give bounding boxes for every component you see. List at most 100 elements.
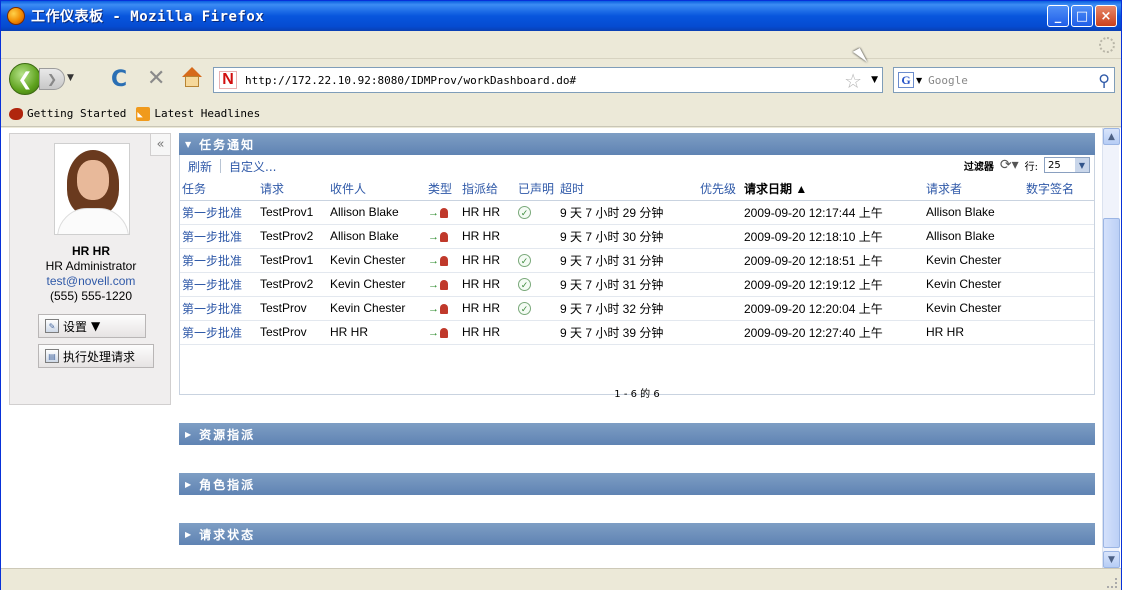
column-header-recipient[interactable]: 收件人 <box>328 177 426 201</box>
table-row[interactable]: 第一步批准 TestProv1 Allison Blake → HR HR ✓ 9 天 7 … <box>180 200 1094 225</box>
table-row[interactable]: 第一步批准 TestProv2 Kevin Chester → HR HR ✓ 9 天 7 … <box>180 272 1094 297</box>
column-header-type[interactable]: 类型 <box>426 177 460 201</box>
signature-cell <box>1024 200 1094 225</box>
collapse-panel-button[interactable]: « <box>150 134 170 156</box>
search-engine-dropdown[interactable]: ▼ <box>916 76 922 85</box>
task-table: 任务 请求 收件人 类型 指派给 已声明 超时 优先级 请求日期 ▲ 请求者 数… <box>180 177 1094 345</box>
refresh-icon[interactable]: ⟳▾ <box>1000 157 1019 173</box>
table-row[interactable]: 第一步批准 TestProv2 Allison Blake → HR HR 9 天 7 小… <box>180 224 1094 249</box>
site-favicon-icon: N <box>219 71 237 89</box>
column-header-priority[interactable]: 优先级 <box>698 177 742 201</box>
reload-button[interactable]: C <box>111 67 127 92</box>
stop-icon: ✕ <box>147 66 166 91</box>
resource-assignments-header[interactable]: ▶ 资源指派 <box>179 423 1095 445</box>
history-dropdown-button[interactable]: ▼ <box>67 73 74 83</box>
column-header-timeout[interactable]: 超时 <box>558 177 698 201</box>
user-role: HR Administrator <box>45 259 137 273</box>
request-cell: TestProv <box>258 296 328 321</box>
process-label: 执行处理请求 <box>63 349 136 364</box>
expand-arrow-icon: ▼ <box>185 139 192 149</box>
request-cell: TestProv2 <box>258 272 328 297</box>
close-window-button[interactable]: × <box>1095 5 1117 27</box>
assign-type-icon: → <box>428 327 439 339</box>
refresh-link[interactable]: 刷新 <box>180 158 220 175</box>
request-date-cell: 2009-09-20 12:17:44 上午 <box>742 200 924 225</box>
process-request-button[interactable]: ▤ 执行处理请求 <box>38 344 154 368</box>
bookmark-label: Latest Headlines <box>154 107 261 120</box>
request-cell: TestProv2 <box>258 224 328 249</box>
recipient-cell: Kevin Chester <box>328 248 426 273</box>
vertical-scrollbar[interactable]: ▲ ▼ <box>1102 128 1120 568</box>
priority-cell <box>698 272 742 297</box>
person-icon <box>440 327 448 338</box>
timeout-cell: 9 天 7 小时 39 分钟 <box>558 320 698 345</box>
resize-grip[interactable] <box>1107 578 1117 588</box>
bookmark-star-icon[interactable]: ☆ <box>844 69 862 93</box>
filter-link[interactable]: 过滤器 <box>964 158 994 173</box>
search-input[interactable]: Google <box>928 74 968 87</box>
signature-cell <box>1024 224 1094 249</box>
url-dropdown-button[interactable]: ▼ <box>871 75 878 85</box>
timeout-cell: 9 天 7 小时 32 分钟 <box>558 296 698 321</box>
column-header-claimed[interactable]: 已声明 <box>516 177 558 201</box>
stop-button[interactable]: ✕ <box>147 66 165 91</box>
back-button[interactable]: ❮ <box>9 63 41 95</box>
role-assignments-header[interactable]: ▶ 角色指派 <box>179 473 1095 495</box>
bookmark-latest-headlines[interactable]: ◣ Latest Headlines <box>136 106 261 121</box>
scroll-up-button[interactable]: ▲ <box>1103 128 1120 145</box>
priority-cell <box>698 224 742 249</box>
assign-type-icon: → <box>428 279 439 291</box>
user-phone: (555) 555-1220 <box>49 289 133 303</box>
assign-type-icon: → <box>428 207 439 219</box>
assignee-cell: HR HR <box>460 200 516 225</box>
recipient-cell: Kevin Chester <box>328 296 426 321</box>
task-link[interactable]: 第一步批准 <box>180 320 258 345</box>
column-header-request-date[interactable]: 请求日期 ▲ <box>742 177 924 201</box>
task-link[interactable]: 第一步批准 <box>180 224 258 249</box>
search-engine-icon[interactable]: G <box>898 72 914 88</box>
request-status-header[interactable]: ▶ 请求状态 <box>179 523 1095 545</box>
forward-button[interactable]: ❯ <box>39 68 65 90</box>
home-button[interactable] <box>181 67 203 89</box>
priority-cell <box>698 200 742 225</box>
minimize-button[interactable]: _ <box>1047 5 1069 27</box>
column-header-task[interactable]: 任务 <box>180 177 258 201</box>
search-box[interactable]: G ▼ Google ⚲ <box>893 67 1115 93</box>
task-notifications-header[interactable]: ▼ 任务通知 <box>179 133 1095 155</box>
task-link[interactable]: 第一步批准 <box>180 248 258 273</box>
requester-cell: Allison Blake <box>924 200 1024 225</box>
recipient-cell: Kevin Chester <box>328 272 426 297</box>
table-row[interactable]: 第一步批准 TestProv1 Kevin Chester → HR HR ✓ 9 天 7 … <box>180 248 1094 273</box>
task-link[interactable]: 第一步批准 <box>180 296 258 321</box>
column-header-assignee[interactable]: 指派给 <box>460 177 516 201</box>
url-bar[interactable]: N http://172.22.10.92:8080/IDMProv/workD… <box>213 67 883 93</box>
table-row[interactable]: 第一步批准 TestProv Kevin Chester → HR HR ✓ 9 天 7 小… <box>180 296 1094 321</box>
column-header-signature[interactable]: 数字签名 <box>1024 177 1094 201</box>
rows-per-page-select[interactable]: 25 ▼ <box>1044 157 1090 173</box>
customize-link[interactable]: 自定义... <box>221 158 284 175</box>
bookmark-getting-started[interactable]: Getting Started <box>9 107 126 120</box>
column-header-requester[interactable]: 请求者 <box>924 177 1024 201</box>
recipient-cell: HR HR <box>328 320 426 345</box>
user-profile-panel: « HR HR HR Administrator test@novell.com… <box>9 133 171 405</box>
claimed-cell <box>516 224 558 249</box>
scroll-down-button[interactable]: ▼ <box>1103 551 1120 568</box>
assignee-cell: HR HR <box>460 272 516 297</box>
scrollbar-thumb[interactable] <box>1103 218 1120 548</box>
request-date-cell: 2009-09-20 12:18:51 上午 <box>742 248 924 273</box>
user-email-link[interactable]: test@novell.com <box>10 274 172 288</box>
user-name: HR HR <box>72 244 110 258</box>
task-link[interactable]: 第一步批准 <box>180 200 258 225</box>
collapse-icon: « <box>156 137 165 152</box>
search-icon[interactable]: ⚲ <box>1098 71 1110 90</box>
table-row[interactable]: 第一步批准 TestProv HR HR → HR HR 9 天 7 小时 39 分钟 20… <box>180 320 1094 345</box>
url-text[interactable]: http://172.22.10.92:8080/IDMProv/workDas… <box>245 74 576 87</box>
column-header-request[interactable]: 请求 <box>258 177 328 201</box>
maximize-button[interactable]: □ <box>1071 5 1093 27</box>
request-date-cell: 2009-09-20 12:18:10 上午 <box>742 224 924 249</box>
expand-arrow-icon: ▶ <box>185 529 192 539</box>
task-link[interactable]: 第一步批准 <box>180 272 258 297</box>
rows-label: 行: <box>1024 161 1038 173</box>
requester-cell: Kevin Chester <box>924 296 1024 321</box>
settings-button[interactable]: ✎ 设置 ▼ <box>38 314 146 338</box>
